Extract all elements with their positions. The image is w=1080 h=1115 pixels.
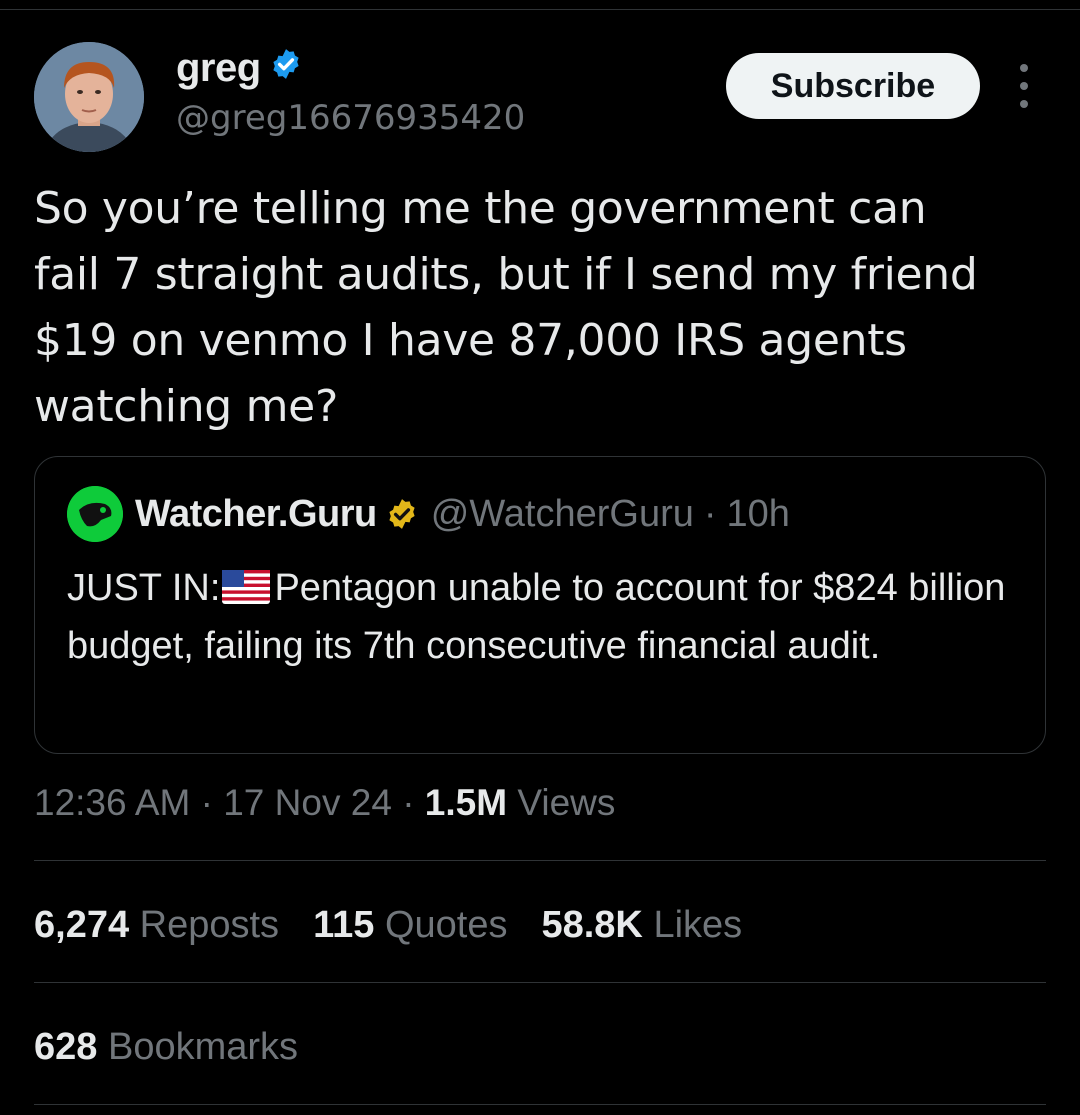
quoted-tweet-header: Watcher.Guru @WatcherGuru · 10h <box>67 486 790 542</box>
author-handle[interactable]: @greg16676935420 <box>176 96 525 140</box>
divider <box>34 860 1046 861</box>
quotes-label: Quotes <box>384 904 508 946</box>
reposts-stat[interactable]: 6,274 Reposts <box>34 900 279 950</box>
reposts-count: 6,274 <box>34 904 130 946</box>
quoted-author-name[interactable]: Watcher.Guru <box>135 493 377 536</box>
quoted-tweet-text: JUST IN: Pentagon unable to account for … <box>67 561 1017 673</box>
bookmarks-label: Bookmarks <box>107 1026 299 1068</box>
subscribe-button[interactable]: Subscribe <box>726 53 980 119</box>
us-flag-icon <box>222 565 271 619</box>
quoted-separator: · <box>703 492 717 535</box>
views-label: Views <box>517 782 616 823</box>
top-divider <box>0 9 1080 10</box>
author-name[interactable]: greg <box>176 44 261 92</box>
author-avatar[interactable] <box>34 42 144 152</box>
quoted-tweet-card[interactable]: Watcher.Guru @WatcherGuru · 10h JUST IN:… <box>34 456 1046 754</box>
tweet-text: So you’re telling me the government can … <box>34 183 978 432</box>
bookmarks-count: 628 <box>34 1026 98 1068</box>
tweet-date[interactable]: 17 Nov 24 <box>223 782 392 823</box>
likes-label: Likes <box>653 904 743 946</box>
engagement-stats: 6,274 Reposts 115 Quotes 58.8K Likes <box>34 900 742 950</box>
bookmarks-stat[interactable]: 628 Bookmarks <box>34 1022 298 1072</box>
quoted-timestamp[interactable]: 10h <box>727 493 790 536</box>
quoted-author-avatar[interactable] <box>67 486 123 542</box>
likes-count: 58.8K <box>541 904 643 946</box>
tweet-time[interactable]: 12:36 AM <box>34 782 190 823</box>
meta-separator: · <box>200 782 213 823</box>
author-name-row[interactable]: greg <box>176 44 303 92</box>
reposts-label: Reposts <box>139 904 280 946</box>
meta-separator: · <box>402 782 415 823</box>
divider <box>34 982 1046 983</box>
likes-stat[interactable]: 58.8K Likes <box>541 900 742 950</box>
verified-badge-icon <box>269 44 303 92</box>
gold-verified-badge-icon <box>385 497 419 531</box>
divider <box>34 1104 1046 1105</box>
quotes-stat[interactable]: 115 Quotes <box>313 900 507 950</box>
quotes-count: 115 <box>313 904 375 946</box>
tweet-meta: 12:36 AM · 17 Nov 24 · 1.5M Views <box>34 778 615 828</box>
quoted-author-handle[interactable]: @WatcherGuru <box>431 493 694 536</box>
views-count: 1.5M <box>424 782 508 823</box>
quoted-text-prefix: JUST IN: <box>67 567 221 609</box>
more-options-icon[interactable] <box>1012 64 1036 108</box>
